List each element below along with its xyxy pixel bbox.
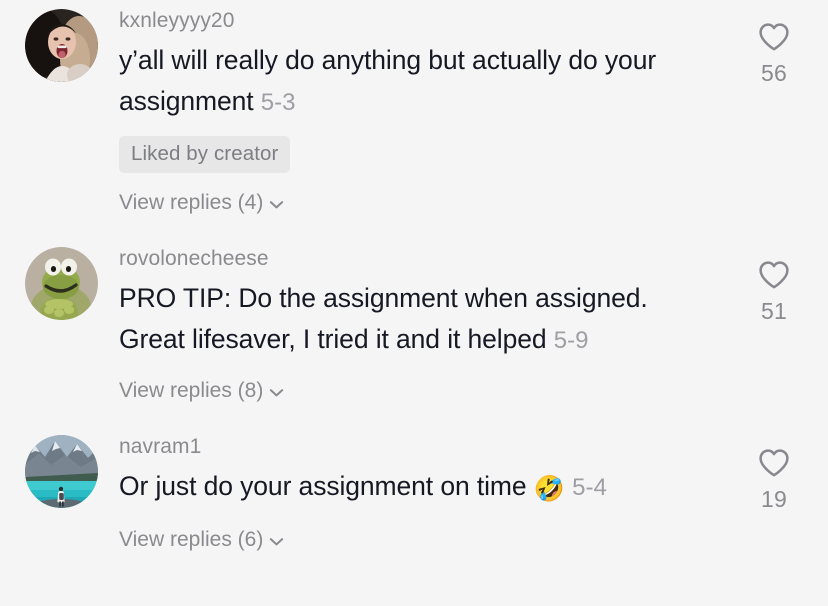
avatar-mountain-lake[interactable] bbox=[25, 435, 98, 508]
comment-separator bbox=[0, 217, 828, 238]
like-button[interactable]: 51 bbox=[742, 238, 806, 325]
comment-list: kxnleyyyy20 y’all will really do anythin… bbox=[0, 0, 828, 606]
view-replies-label: View replies (8) bbox=[119, 379, 264, 402]
heart-outline-icon[interactable] bbox=[758, 448, 790, 478]
comment-timestamp: 5-3 bbox=[260, 89, 296, 116]
view-replies-button[interactable]: View replies (6) bbox=[119, 526, 742, 554]
comment-text: PRO TIP: Do the assignment when assigned… bbox=[119, 278, 719, 361]
liked-by-creator-badge: Liked by creator bbox=[119, 136, 291, 173]
chevron-down-icon bbox=[267, 532, 286, 551]
chevron-down-icon bbox=[267, 383, 286, 402]
avatar-kermit-frog[interactable] bbox=[25, 247, 98, 320]
view-replies-label: View replies (6) bbox=[119, 528, 264, 551]
comment-item: navram1 Or just do your assignment on ti… bbox=[0, 426, 828, 554]
view-replies-button[interactable]: View replies (4) bbox=[119, 189, 742, 217]
comment-body: rovolonecheese PRO TIP: Do the assignmen… bbox=[98, 238, 742, 405]
comment-username[interactable]: kxnleyyyy20 bbox=[119, 6, 742, 36]
chevron-down-icon bbox=[267, 195, 286, 214]
comment-timestamp: 5-4 bbox=[572, 474, 607, 501]
rolling-on-floor-laughing-emoji: 🤣 bbox=[533, 475, 565, 503]
like-count: 19 bbox=[761, 486, 787, 512]
like-button[interactable]: 56 bbox=[742, 0, 806, 87]
comment-text: Or just do your assignment on time 🤣 5-4 bbox=[119, 466, 719, 510]
like-count: 51 bbox=[761, 298, 787, 324]
like-button[interactable]: 19 bbox=[742, 426, 806, 513]
comment-text-content: y’all will really do anything but actual… bbox=[119, 45, 657, 116]
view-replies-button[interactable]: View replies (8) bbox=[119, 377, 742, 405]
comment-separator bbox=[0, 405, 828, 426]
comment-text-content: Or just do your assignment on time bbox=[119, 471, 527, 501]
comment-username[interactable]: rovolonecheese bbox=[119, 244, 742, 274]
like-count: 56 bbox=[761, 60, 787, 86]
comment-timestamp: 5-9 bbox=[553, 327, 589, 354]
avatar-selfie-blonde[interactable] bbox=[25, 9, 98, 82]
comment-body: kxnleyyyy20 y’all will really do anythin… bbox=[98, 0, 742, 217]
heart-outline-icon[interactable] bbox=[758, 22, 790, 52]
comment-item: rovolonecheese PRO TIP: Do the assignmen… bbox=[0, 238, 828, 405]
comment-username[interactable]: navram1 bbox=[119, 432, 742, 462]
comment-item: kxnleyyyy20 y’all will really do anythin… bbox=[0, 0, 828, 217]
heart-outline-icon[interactable] bbox=[758, 260, 790, 290]
view-replies-label: View replies (4) bbox=[119, 191, 264, 214]
comment-text: y’all will really do anything but actual… bbox=[119, 40, 719, 123]
comment-body: navram1 Or just do your assignment on ti… bbox=[98, 426, 742, 554]
